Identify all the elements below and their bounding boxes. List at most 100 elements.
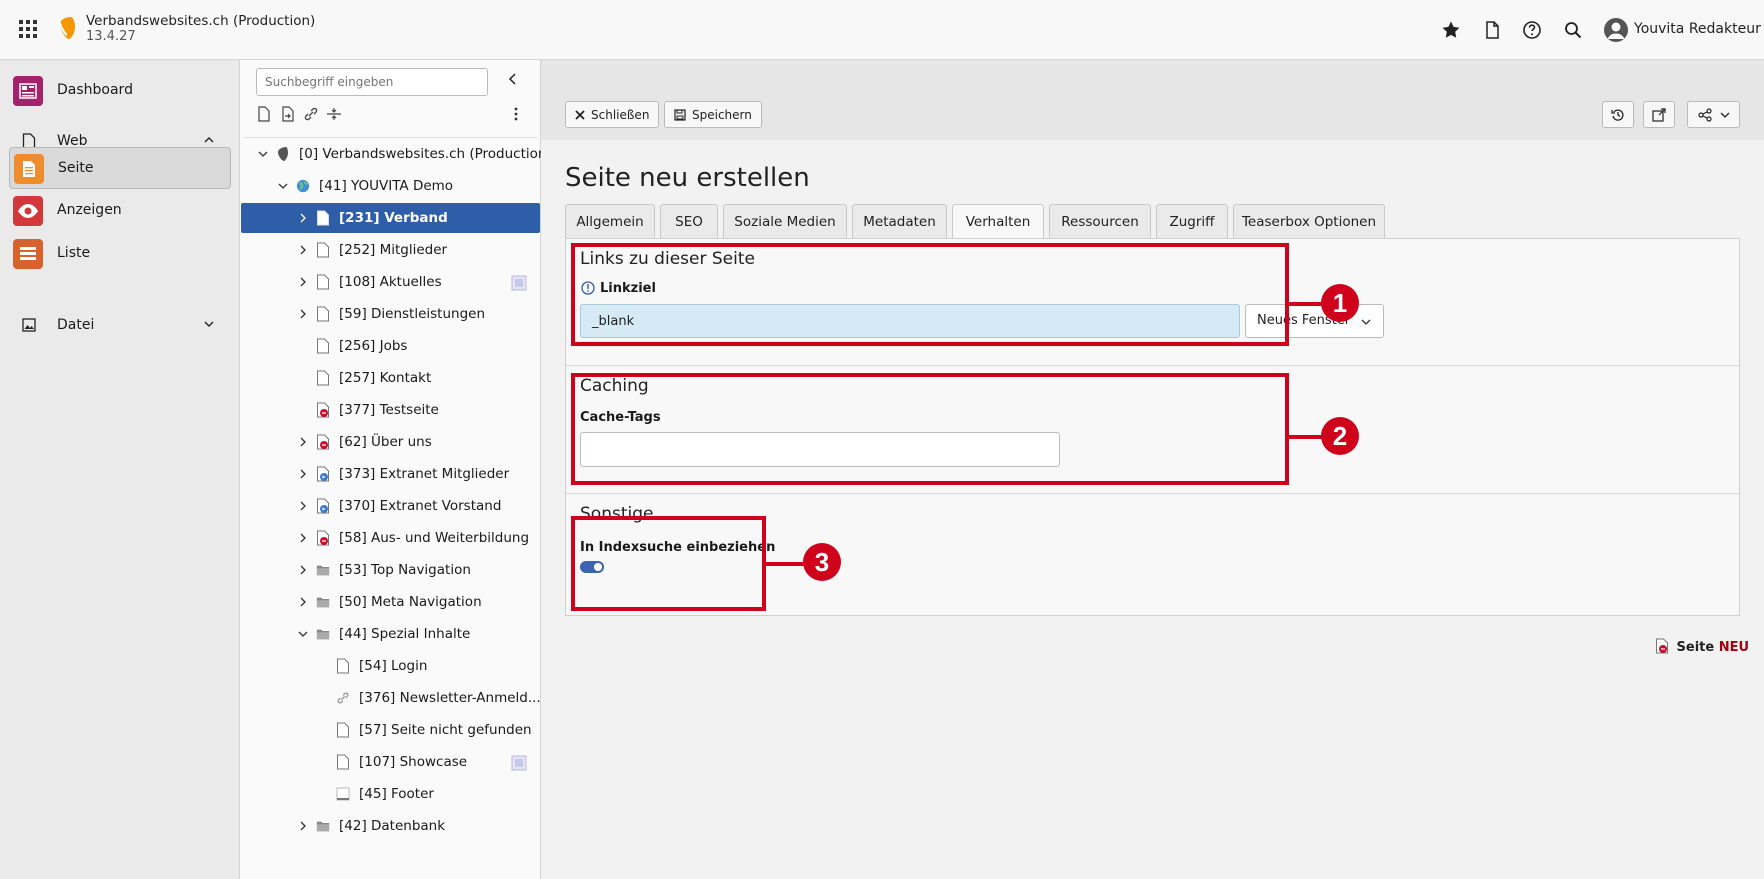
module-seite[interactable]: Seite — [9, 147, 231, 189]
tree-node-label: [50] Meta Navigation — [339, 594, 482, 610]
tree-node-login[interactable]: [54] Login — [241, 651, 540, 681]
help-icon[interactable] — [1522, 20, 1542, 40]
module-seite-label: Seite — [58, 160, 94, 176]
share-dropdown-button[interactable] — [1687, 101, 1740, 128]
tree-node-label: [0] Verbandswebsites.ch (Production) — [299, 146, 552, 162]
chevron-down-icon[interactable] — [278, 181, 288, 191]
tab-zugriff[interactable]: Zugriff — [1156, 204, 1228, 238]
tree-node-youvita-demo[interactable]: [41] YOUVITA Demo — [241, 171, 540, 201]
history-icon — [1611, 109, 1624, 121]
module-dashboard[interactable]: Dashboard — [9, 70, 231, 112]
tree-node-testseite[interactable]: [377] Testseite — [241, 395, 540, 425]
content-element-icon — [511, 755, 527, 771]
tree-node-verband[interactable]: [231] Verband — [241, 203, 540, 233]
new-page-badge: NEU — [1718, 640, 1750, 655]
tree-node-ueber-uns[interactable]: [62] Über uns — [241, 427, 540, 457]
tree-node-extranet-vorstand[interactable]: [370] Extranet Vorstand — [241, 491, 540, 521]
chevron-down-icon[interactable] — [298, 629, 308, 639]
user-avatar[interactable] — [1604, 18, 1628, 42]
globe-icon — [296, 179, 310, 193]
tree-node-label: [44] Spezial Inhalte — [339, 626, 471, 642]
module-group-datei-label: Datei — [57, 317, 95, 333]
content-element-icon — [511, 275, 527, 291]
tree-node-top-navigation[interactable]: [53] Top Navigation — [241, 555, 540, 585]
tree-node-dienstleistungen[interactable]: [59] Dienstleistungen — [241, 299, 540, 329]
chevron-right-icon[interactable] — [298, 597, 308, 607]
tree-node-label: [376] Newsletter-Anmeld... — [359, 690, 541, 706]
collapse-navigation-icon[interactable] — [506, 72, 520, 86]
top-bar: Verbandswebsites.ch (Production) 13.4.27… — [0, 0, 1764, 60]
tab-metadaten[interactable]: Metadaten — [852, 204, 947, 238]
chevron-right-icon[interactable] — [298, 245, 308, 255]
tree-node-kontakt[interactable]: [257] Kontakt — [241, 363, 540, 393]
tree-node-nicht-gefunden[interactable]: [57] Seite nicht gefunden — [241, 715, 540, 745]
save-button[interactable]: Speichern — [664, 101, 762, 128]
tree-node-meta-navigation[interactable]: [50] Meta Navigation — [241, 587, 540, 617]
user-name[interactable]: Youvita Redakteur — [1634, 21, 1761, 37]
tree-node-datenbank[interactable]: [42] Datenbank — [241, 811, 540, 841]
tab-soziale-medien[interactable]: Soziale Medien — [723, 204, 847, 238]
annotation-box-3 — [571, 516, 766, 611]
tab-verhalten[interactable]: Verhalten — [952, 204, 1044, 239]
more-options-icon[interactable] — [508, 106, 524, 122]
search-icon[interactable] — [1563, 20, 1583, 40]
tree-node-showcase[interactable]: [107] Showcase — [241, 747, 540, 777]
open-external-button[interactable] — [1643, 101, 1675, 128]
chevron-right-icon[interactable] — [298, 437, 308, 447]
tree-node-label: [53] Top Navigation — [339, 562, 471, 578]
module-anzeigen[interactable]: Anzeigen — [9, 190, 231, 232]
tree-divider — [244, 137, 537, 138]
page-icon — [337, 722, 349, 738]
chevron-right-icon[interactable] — [298, 309, 308, 319]
hidden-page-icon — [317, 434, 329, 450]
section-divider — [566, 493, 1739, 494]
link-icon[interactable] — [303, 106, 319, 122]
tree-node-footer[interactable]: [45] Footer — [241, 779, 540, 809]
tab-ressourcen[interactable]: Ressourcen — [1049, 204, 1151, 238]
module-liste[interactable]: Liste — [9, 233, 231, 275]
module-group-datei[interactable]: Datei — [0, 311, 240, 341]
tree-node-jobs[interactable]: [256] Jobs — [241, 331, 540, 361]
bookmark-star-icon[interactable] — [1441, 20, 1461, 40]
chevron-right-icon[interactable] — [298, 469, 308, 479]
main-content: Schließen Speichern Seite neu erstellen … — [541, 60, 1764, 879]
tree-node-root[interactable]: [0] Verbandswebsites.ch (Production) — [241, 139, 552, 169]
save-button-label: Speichern — [692, 107, 752, 122]
hidden-page-icon — [317, 402, 329, 418]
tab-teaserbox-optionen[interactable]: Teaserbox Optionen — [1233, 204, 1385, 238]
chevron-down-icon — [204, 321, 214, 327]
tree-node-aktuelles[interactable]: [108] Aktuelles — [241, 267, 540, 297]
tree-node-aus-weiterbildung[interactable]: [58] Aus- und Weiterbildung — [241, 523, 540, 553]
tree-search-input[interactable] — [256, 68, 488, 96]
view-eye-icon — [13, 196, 43, 226]
tree-node-spezial-inhalte[interactable]: [44] Spezial Inhalte — [241, 619, 540, 649]
chevron-right-icon[interactable] — [298, 501, 308, 511]
close-button[interactable]: Schließen — [565, 101, 660, 128]
document-icon[interactable] — [1482, 20, 1502, 40]
page-import-icon[interactable] — [280, 106, 296, 122]
module-menu: Dashboard Web Seite Anzeigen Liste Datei — [0, 60, 240, 879]
chevron-down-icon[interactable] — [258, 149, 268, 159]
tree-node-label: [62] Über uns — [339, 434, 432, 450]
tab-allgemein[interactable]: Allgemein — [565, 204, 655, 238]
divider-icon[interactable] — [326, 106, 342, 122]
chevron-right-icon[interactable] — [298, 533, 308, 543]
tree-node-label: [57] Seite nicht gefunden — [359, 722, 532, 738]
folder-icon — [316, 565, 330, 576]
tree-node-mitglieder[interactable]: [252] Mitglieder — [241, 235, 540, 265]
chevron-right-icon[interactable] — [298, 821, 308, 831]
new-page-icon[interactable] — [256, 106, 272, 122]
access-restricted-page-icon — [317, 466, 329, 482]
chevron-right-icon[interactable] — [298, 565, 308, 575]
list-icon — [13, 239, 43, 269]
tab-seo[interactable]: SEO — [660, 204, 718, 238]
access-restricted-page-icon — [317, 498, 329, 514]
app-grid-icon[interactable] — [19, 20, 39, 38]
tree-node-newsletter[interactable]: [376] Newsletter-Anmeld... — [241, 683, 541, 713]
history-button[interactable] — [1602, 101, 1634, 128]
chevron-right-icon[interactable] — [298, 213, 308, 223]
chevron-right-icon[interactable] — [298, 277, 308, 287]
external-link-icon — [1652, 107, 1666, 122]
new-page-label: Seite — [1676, 640, 1715, 655]
tree-node-extranet-mitglieder[interactable]: [373] Extranet Mitglieder — [241, 459, 540, 489]
